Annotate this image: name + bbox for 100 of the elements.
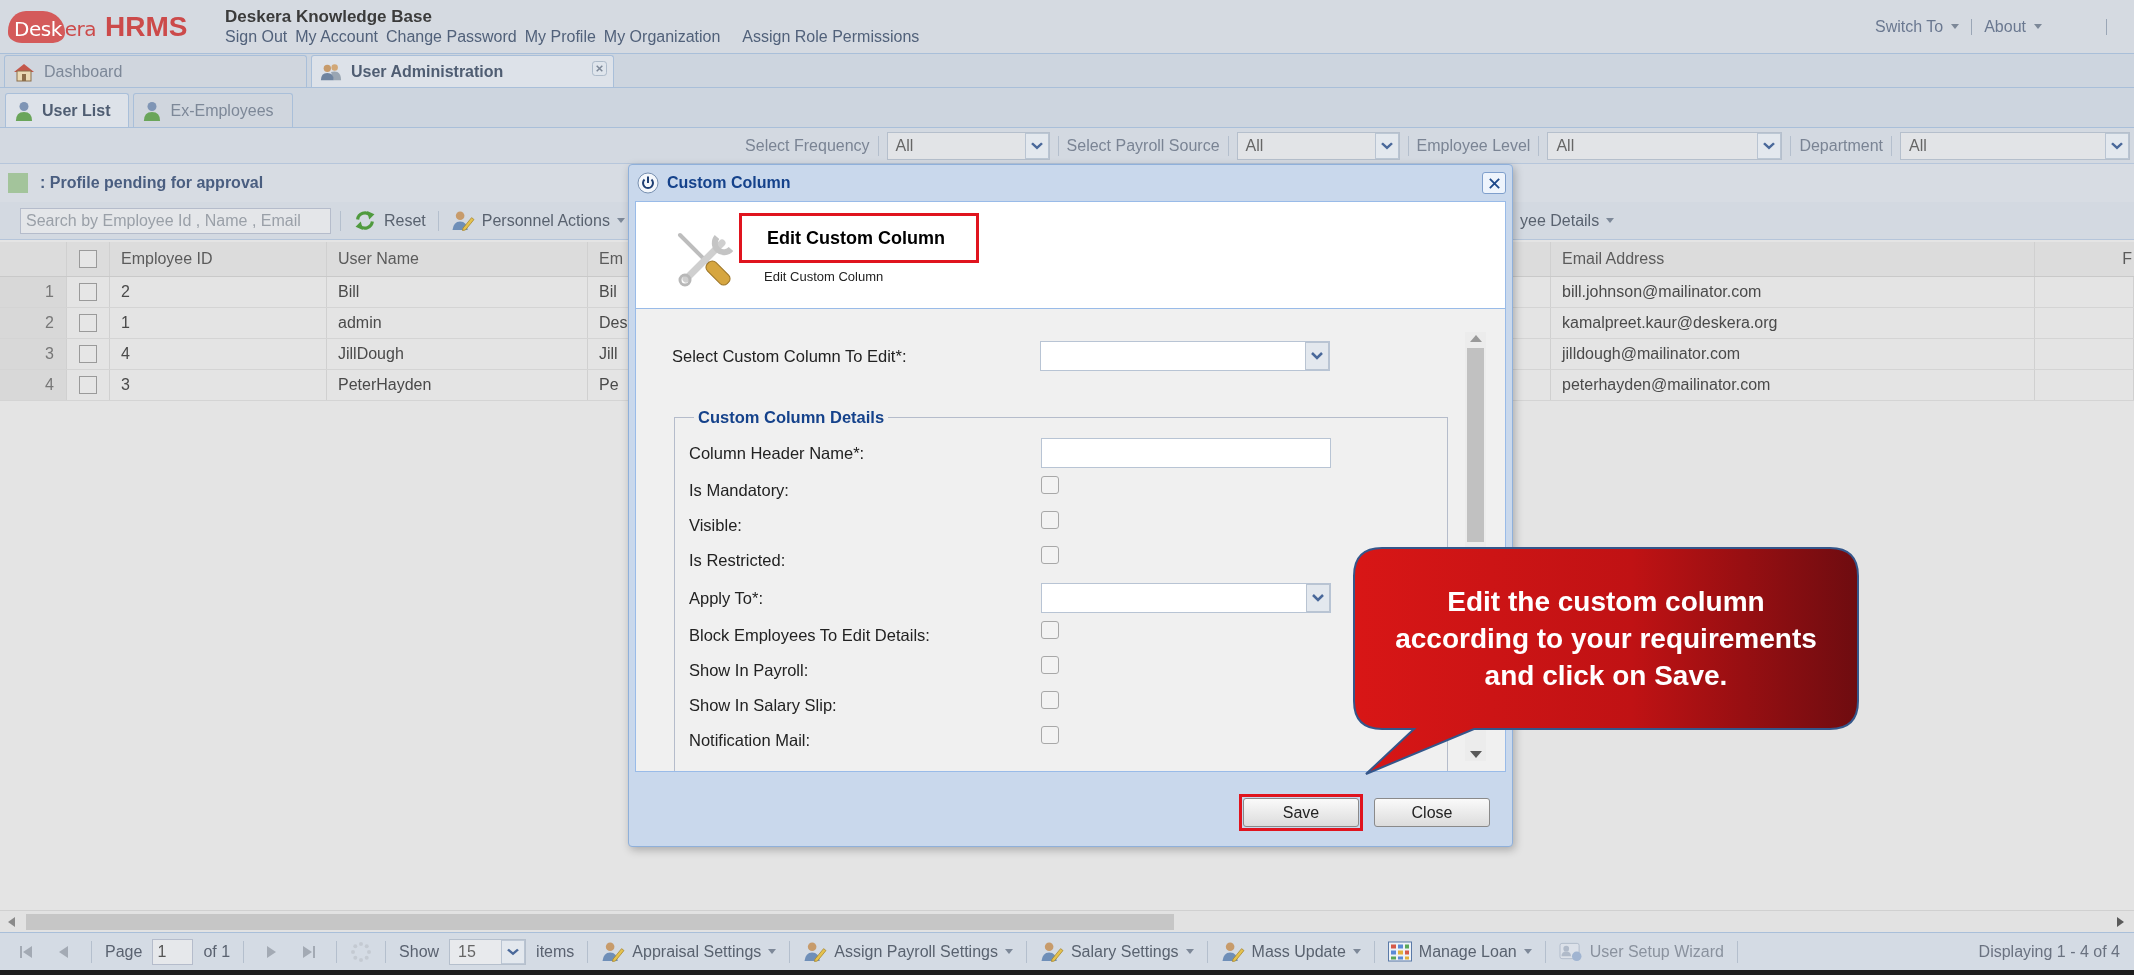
checkbox[interactable] (79, 283, 97, 301)
chevron-down-icon (1757, 132, 1782, 159)
show-label: Show (399, 942, 440, 961)
filter-label: Employee Level (1416, 136, 1531, 155)
header-link[interactable]: Change Password (385, 27, 517, 47)
column-header[interactable]: F (2122, 250, 2132, 268)
first-page-icon[interactable] (18, 943, 34, 960)
toolbar-button[interactable]: Salary Settings (1039, 941, 1194, 962)
scrollbar-thumb[interactable] (1467, 348, 1484, 542)
checkbox[interactable] (79, 345, 97, 363)
table-cell: 3 (121, 376, 130, 394)
field-label: Notification Mail: (689, 731, 812, 750)
arrow-right-icon[interactable] (2116, 916, 2124, 927)
dropdown-field[interactable]: All (1547, 131, 1783, 160)
last-page-icon[interactable] (301, 943, 318, 960)
checkbox[interactable] (1041, 510, 1059, 529)
logo-text: era (64, 15, 96, 41)
dropdown-field[interactable] (1041, 583, 1331, 613)
person-pencil-icon (601, 941, 626, 962)
column-header[interactable]: Employee ID (121, 250, 213, 268)
table-cell: Bil (599, 283, 617, 301)
chevron-down-icon (1374, 132, 1399, 159)
toolbar-button[interactable]: yee Details (1517, 211, 1618, 230)
tab[interactable]: Ex-Employees (133, 93, 293, 127)
checkbox[interactable] (79, 250, 97, 268)
toolbar-button[interactable]: Mass Update (1220, 941, 1361, 962)
grid-icon (1387, 941, 1412, 962)
header-link[interactable]: My Profile (524, 27, 596, 47)
id-card-icon (1558, 941, 1583, 962)
header-link[interactable]: My Account (295, 27, 378, 47)
text-field[interactable] (1041, 438, 1331, 468)
scrollbar[interactable] (0, 910, 2134, 932)
column-header[interactable]: User Name (338, 250, 419, 268)
toolbar-button[interactable]: Manage Loan (1387, 941, 1532, 962)
row-number: 2 (45, 314, 54, 332)
toolbar-button[interactable]: Assign Payroll Settings (803, 941, 1013, 962)
dialog-subtitle: Edit Custom Column (764, 269, 885, 284)
dialog-heading: Edit Custom Column (767, 227, 945, 249)
header-link[interactable]: Assign Role Permissions (742, 27, 920, 47)
arrow-down-icon[interactable] (1469, 751, 1482, 758)
checkbox[interactable] (79, 314, 97, 332)
caret-icon (1951, 24, 1960, 29)
dropdown-field[interactable]: All (1236, 131, 1400, 160)
checkbox[interactable] (1041, 690, 1059, 709)
toolbar-button[interactable]: Personnel Actions (447, 210, 628, 231)
table-cell: 4 (121, 345, 130, 363)
menu-button[interactable]: About (1984, 17, 2042, 36)
dropdown-field[interactable]: All (886, 131, 1050, 160)
search-field[interactable]: Search by Employee Id , Name , Email (20, 207, 331, 234)
dialog-title: Custom Column (667, 174, 791, 192)
arrow-up-icon[interactable] (1469, 335, 1482, 342)
tab[interactable]: Dashboard (4, 55, 307, 87)
checkbox[interactable] (1041, 620, 1059, 639)
field-label: Apply To*: (689, 588, 764, 608)
users-icon (320, 61, 342, 82)
tab[interactable]: User Administration (311, 55, 614, 87)
toolbar-button[interactable]: Reset (350, 210, 429, 231)
toolbar-button[interactable]: Appraisal Settings (601, 941, 777, 962)
checkbox[interactable] (1041, 655, 1059, 674)
row-number: 4 (45, 376, 54, 394)
product-name: HRMS (105, 10, 188, 43)
close-icon (1487, 176, 1501, 190)
page-count-label: of 1 (203, 942, 231, 961)
person-icon (143, 100, 162, 121)
field-label: Block Employees To Edit Details: (689, 626, 931, 645)
dialog-button[interactable]: Save (1243, 798, 1359, 827)
table-cell: bill.johnson@mailinator.com (1562, 283, 1762, 301)
table-cell: JillDough (338, 345, 404, 363)
table-cell: jilldough@mailinator.com (1562, 345, 1741, 363)
dialog-button[interactable]: Close (1374, 798, 1490, 827)
column-header[interactable]: Em (599, 250, 623, 268)
field-label: Is Mandatory: (689, 481, 790, 500)
dropdown-field[interactable] (1040, 341, 1330, 371)
person-pencil-icon (1220, 941, 1245, 962)
header-link[interactable]: Sign Out (225, 27, 288, 47)
tab[interactable]: User List (5, 93, 130, 127)
page-field[interactable]: 1 (152, 938, 194, 965)
dropdown-field[interactable]: All (1900, 131, 2130, 160)
arrow-left-icon[interactable] (8, 916, 16, 927)
header-link[interactable]: My Organization (603, 27, 721, 47)
field-label: Show In Payroll: (689, 661, 810, 680)
dropdown-field[interactable]: 15 (449, 938, 527, 965)
person-icon (15, 100, 33, 121)
field-label: Is Restricted: (689, 551, 787, 570)
person-pencil-icon (450, 210, 475, 231)
menu-button[interactable]: Switch To (1875, 17, 1960, 36)
table-cell: Bill (338, 283, 360, 301)
checkbox[interactable] (1041, 545, 1059, 564)
scrollbar-thumb[interactable] (26, 913, 1174, 930)
filter-label: Select Frequency (745, 136, 870, 155)
chevron-down-icon (1024, 132, 1049, 159)
column-header[interactable]: Email Address (1562, 250, 1665, 268)
checkbox[interactable] (1041, 725, 1059, 744)
checkbox[interactable] (1041, 475, 1059, 494)
person-pencil-icon (1039, 941, 1064, 962)
close-icon[interactable] (592, 61, 607, 76)
checkbox[interactable] (79, 376, 97, 394)
caret-icon (2034, 24, 2042, 29)
close-button[interactable] (1482, 172, 1506, 194)
chevron-down-icon (2105, 132, 2129, 159)
